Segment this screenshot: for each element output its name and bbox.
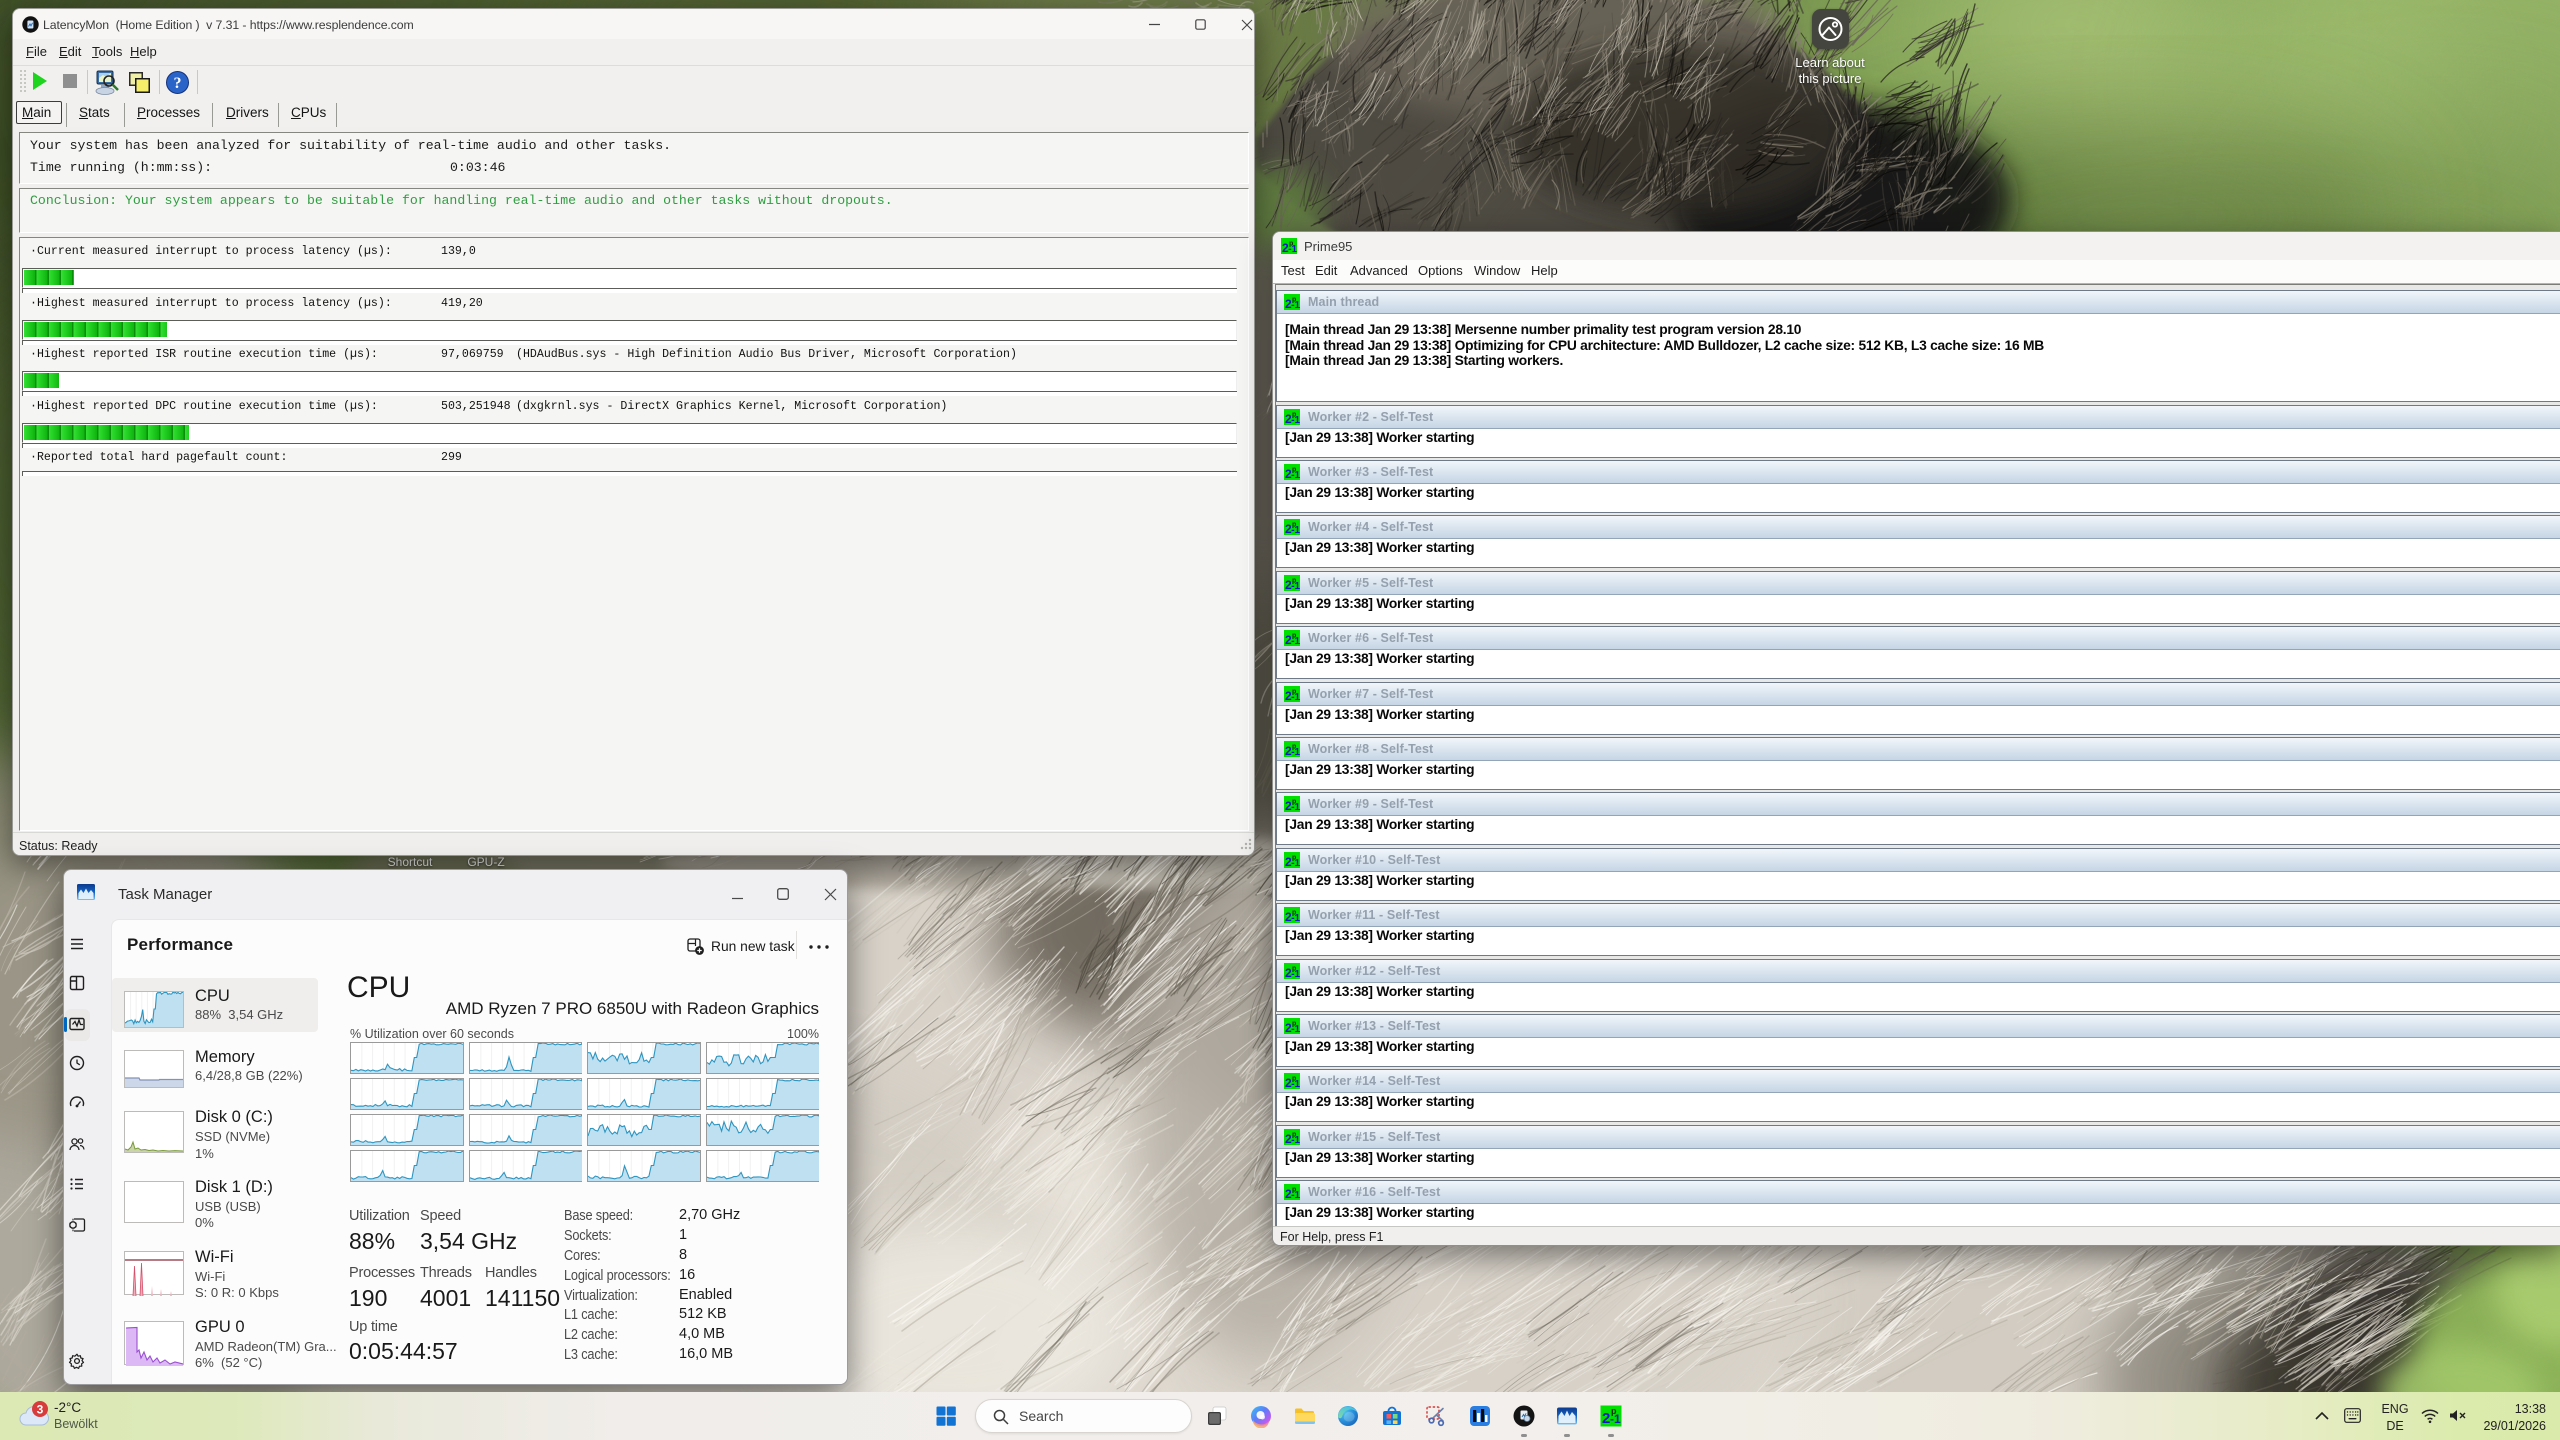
svg-text:-1: -1	[1291, 1024, 1300, 1034]
svg-text:-1: -1	[1291, 300, 1300, 310]
svg-text:-1: -1	[1291, 858, 1300, 868]
svg-text:-1: -1	[1291, 913, 1300, 923]
svg-text:-1: -1	[1288, 244, 1297, 254]
svg-text:-1: -1	[1291, 581, 1300, 591]
svg-text:-1: -1	[1291, 969, 1300, 979]
svg-text:-1: -1	[1291, 692, 1300, 702]
svg-text:-1: -1	[1610, 1412, 1621, 1426]
svg-text:-1: -1	[1291, 1190, 1300, 1200]
svg-text:-1: -1	[1291, 747, 1300, 757]
svg-text:-1: -1	[1291, 525, 1300, 535]
svg-text:-1: -1	[1291, 470, 1300, 480]
svg-text:-1: -1	[1291, 1079, 1300, 1089]
svg-text:-1: -1	[1291, 415, 1300, 425]
svg-text:?: ?	[174, 75, 182, 92]
svg-text:-1: -1	[1291, 636, 1300, 646]
svg-text:-1: -1	[1291, 1135, 1300, 1145]
svg-text:-1: -1	[1291, 802, 1300, 812]
svg-text:3: 3	[37, 1403, 44, 1417]
